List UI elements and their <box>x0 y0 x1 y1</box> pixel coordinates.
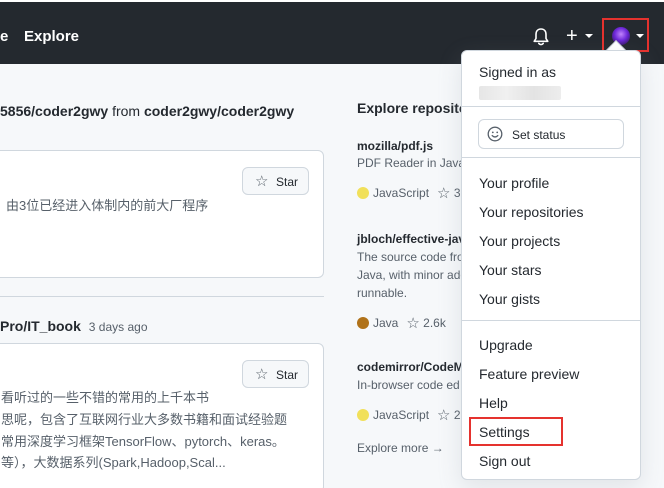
menu-item-sign-out[interactable]: Sign out <box>479 453 530 469</box>
explore-more-link[interactable]: Explore more → <box>357 441 444 455</box>
explore-repo-meta: JavaScript ☆ 2 <box>357 406 461 424</box>
feed-divider <box>0 296 324 297</box>
feed-event-repo[interactable]: Pro/IT_book <box>0 318 81 334</box>
dropdown-divider <box>462 320 640 321</box>
menu-item-your-repositories[interactable]: Your repositories <box>479 204 584 220</box>
explore-repo-desc: In-browser code ed <box>357 378 460 392</box>
star-icon: ☆ <box>255 173 269 190</box>
feed-event-heading: 5856/coder2gwy from coder2gwy/coder2gwy <box>0 103 294 119</box>
star-button[interactable]: ☆ Star <box>242 360 309 388</box>
repo-card: ☆ Star 由3位已经进入体制内的前大厂程序 <box>0 150 324 278</box>
explore-repo-desc: PDF Reader in JavaS <box>357 156 467 170</box>
explore-repo-name[interactable]: jbloch/effective-jav <box>357 232 465 246</box>
explore-repo-meta: JavaScript ☆ 3 <box>357 184 461 202</box>
explore-repo-desc: Java, with minor ado <box>357 268 467 282</box>
feed-event-repo[interactable]: coder2gwy/coder2gwy <box>144 103 294 119</box>
repo-stars[interactable]: 2.6k <box>423 316 446 330</box>
bell-icon[interactable] <box>532 27 550 47</box>
repo-language: JavaScript <box>373 186 430 200</box>
menu-item-your-projects[interactable]: Your projects <box>479 233 560 249</box>
explore-repo-name[interactable]: codemirror/CodeM <box>357 360 464 374</box>
explore-repo-desc: The source code fro <box>357 250 464 264</box>
star-label: Star <box>276 175 299 189</box>
menu-item-your-profile[interactable]: Your profile <box>479 175 549 191</box>
star-icon: ☆ <box>437 185 451 202</box>
nav-explore-link[interactable]: Explore <box>24 28 79 45</box>
feed-event-time: 3 days ago <box>88 320 148 334</box>
menu-item-help[interactable]: Help <box>479 395 508 411</box>
explore-repo-desc: runnable. <box>357 286 408 300</box>
feed-event-heading: Pro/IT_book 3 days ago <box>0 318 148 334</box>
star-icon: ☆ <box>255 366 269 383</box>
card-description: 由3位已经进入体制内的前大厂程序 <box>6 198 209 213</box>
menu-item-your-stars[interactable]: Your stars <box>479 262 542 278</box>
smiley-icon <box>487 126 503 142</box>
star-label: Star <box>276 368 299 382</box>
username-redacted <box>479 86 561 100</box>
repo-card: ☆ Star 看听过的一些不错的常用的上千本书 思呢，包含了互联网行业大多数书籍… <box>0 343 324 488</box>
card-description-line: 思呢，包含了互联网行业大多数书籍和面试经验题 <box>1 412 288 427</box>
plus-icon[interactable]: + <box>566 26 578 46</box>
repo-language: Java <box>373 316 399 330</box>
explore-repo-name[interactable]: mozilla/pdf.js <box>357 139 433 153</box>
user-dropdown-menu: Signed in as Set status Your profile You… <box>461 50 641 480</box>
signed-in-label: Signed in as <box>479 64 557 80</box>
dropdown-divider <box>462 106 640 107</box>
explore-title: Explore reposito <box>357 100 468 116</box>
card-description-line: 常用深度学习框架TensorFlow、pytorch、keras。 <box>1 434 285 449</box>
repo-stars[interactable]: 2 <box>454 408 461 422</box>
dropdown-divider <box>462 157 640 158</box>
menu-item-your-gists[interactable]: Your gists <box>479 291 540 307</box>
star-icon: ☆ <box>437 407 451 424</box>
nav-item-partial[interactable]: e <box>0 28 8 45</box>
feed-event-from: from <box>112 103 141 119</box>
explore-repo-meta: Java ☆ 2.6k <box>357 314 446 332</box>
card-description-line: 看听过的一些不错的常用的上千本书 <box>1 390 210 405</box>
language-dot <box>357 317 369 329</box>
language-dot <box>357 187 369 199</box>
settings-highlight-box <box>469 417 563 446</box>
set-status-button[interactable]: Set status <box>478 119 624 149</box>
menu-item-upgrade[interactable]: Upgrade <box>479 337 533 353</box>
feed-event-user[interactable]: 5856/coder2gwy <box>0 103 108 119</box>
star-icon: ☆ <box>406 315 420 332</box>
star-button[interactable]: ☆ Star <box>242 167 309 195</box>
chevron-down-icon[interactable] <box>585 34 593 38</box>
menu-item-feature-preview[interactable]: Feature preview <box>479 366 579 382</box>
card-description-line: 等），大数据系列(Spark,Hadoop,Scal... <box>1 455 226 470</box>
repo-stars[interactable]: 3 <box>454 186 461 200</box>
language-dot <box>357 409 369 421</box>
set-status-label: Set status <box>512 128 566 142</box>
chevron-down-icon[interactable] <box>636 34 644 38</box>
repo-language: JavaScript <box>373 408 430 422</box>
